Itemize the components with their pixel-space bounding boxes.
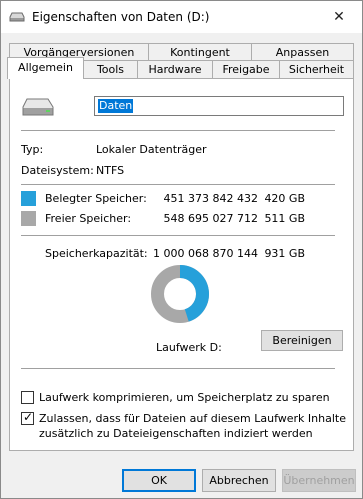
ok-button-label: OK [151, 474, 167, 487]
apply-button-label: Übernehmen [283, 474, 355, 487]
used-space-bytes: 451 373 842 432 [163, 192, 258, 205]
title-bar: Eigenschaften von Daten (D:) ✕ [1, 1, 362, 33]
drive-letter-label: Laufwerk D: [156, 341, 222, 354]
used-space-label: Belegter Speicher: [45, 192, 147, 205]
close-button[interactable]: ✕ [316, 1, 362, 33]
used-space-arc [179, 265, 209, 322]
type-value: Lokaler Datenträger [96, 143, 207, 156]
checkmark-icon: ✓ [23, 410, 34, 424]
compress-label: Laufwerk komprimieren, um Speicherplatz … [39, 391, 330, 404]
index-label-line1: Zulassen, dass für Dateien auf diesem La… [39, 412, 346, 425]
cancel-button-label: Abbrechen [209, 474, 269, 487]
capacity-bytes: 1 000 068 870 144 [153, 247, 258, 260]
tab-allgemein[interactable]: Allgemein [7, 57, 84, 79]
tab-kontingent[interactable]: Kontingent [148, 43, 252, 61]
tab-hardware[interactable]: Hardware [137, 60, 213, 78]
usage-donut-chart [151, 265, 209, 323]
cancel-button[interactable]: Abbrechen [202, 469, 276, 492]
filesystem-value: NTFS [96, 164, 125, 177]
capacity-label: Speicherkapazität: [45, 247, 148, 260]
filesystem-label: Dateisystem: [21, 164, 94, 177]
used-space-gb: 420 GB [264, 192, 305, 205]
capacity-gb: 931 GB [264, 247, 305, 260]
apply-button[interactable]: Übernehmen [282, 469, 356, 492]
type-label: Typ: [21, 143, 44, 156]
compress-checkbox[interactable] [21, 391, 34, 404]
drive-name-value: Daten [98, 99, 134, 113]
free-space-gb: 511 GB [264, 212, 305, 225]
index-label-line2: zusätzlich zu Dateieigenschaften indizie… [39, 427, 313, 440]
drive-name-input[interactable]: Daten [94, 96, 344, 116]
separator [21, 368, 335, 369]
window-title: Eigenschaften von Daten (D:) [32, 10, 210, 24]
free-space-bytes: 548 695 027 712 [163, 212, 258, 225]
close-icon: ✕ [333, 9, 345, 25]
used-space-swatch [21, 191, 36, 206]
hard-drive-icon [22, 98, 54, 116]
drive-icon [9, 12, 25, 22]
tab-tools[interactable]: Tools [83, 60, 138, 78]
separator [21, 130, 335, 131]
free-space-swatch [21, 211, 36, 226]
separator [21, 184, 335, 185]
cleanup-button-label: Bereinigen [272, 334, 332, 347]
index-checkbox[interactable]: ✓ [21, 410, 34, 425]
tab-sicherheit[interactable]: Sicherheit [279, 60, 354, 78]
properties-dialog: Eigenschaften von Daten (D:) ✕ Vorgänger… [0, 0, 363, 499]
separator [21, 235, 335, 236]
free-space-label: Freier Speicher: [45, 212, 132, 225]
tab-anpassen[interactable]: Anpassen [251, 43, 354, 61]
cleanup-button[interactable]: Bereinigen [261, 330, 343, 351]
tab-freigabe[interactable]: Freigabe [212, 60, 280, 78]
ok-button[interactable]: OK [122, 469, 196, 492]
